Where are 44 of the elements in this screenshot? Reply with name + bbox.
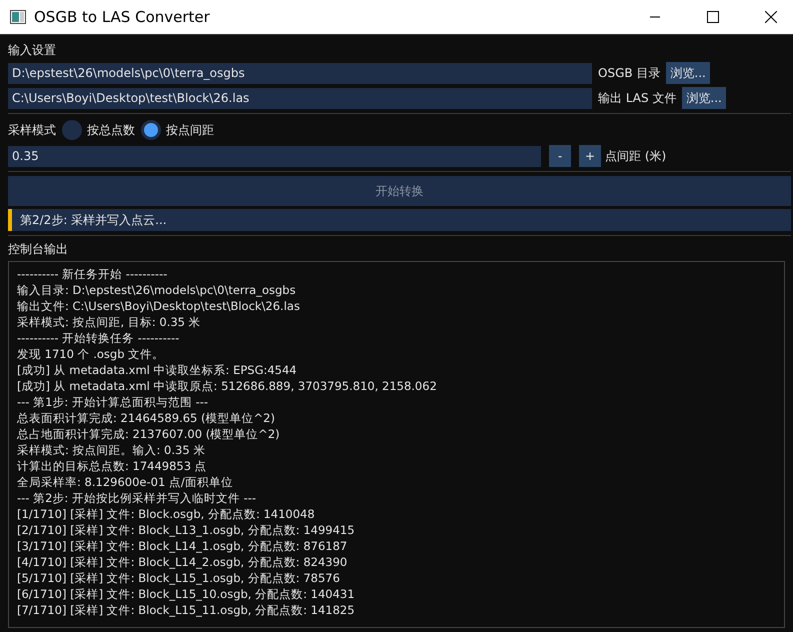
section-title: 控制台输出 xyxy=(8,241,68,258)
log-line: 计算出的目标总点数: 17449853 点 xyxy=(17,458,207,474)
log-line: [7/1710] [采样] 文件: Block_L15_11.osgb, 分配点数: 141825 xyxy=(17,602,355,618)
log-line: ---------- 新任务开始 ---------- xyxy=(17,266,168,282)
radio-button[interactable] xyxy=(62,120,82,140)
close-icon[interactable] xyxy=(765,11,777,23)
status-bar: 第2/2步: 采样并写入点云... xyxy=(8,209,791,231)
log-line: --- 第2步: 开始按比例采样并写入临时文件 --- xyxy=(17,490,256,506)
path-field[interactable]: D:\epstest\26\models\pc\0\terra_osgbs xyxy=(8,62,592,84)
browse-button[interactable]: 浏览... xyxy=(666,62,710,84)
field-label: 输出 LAS 文件 xyxy=(598,90,676,106)
log-line: [成功] 从 metadata.xml 中读取坐标系: EPSG:4544 xyxy=(17,362,297,378)
log-line: --- 第1步: 开始计算总面积与范围 --- xyxy=(17,394,208,410)
log-line: 采样模式: 按点间距, 目标: 0.35 米 xyxy=(17,314,201,330)
spacing-field[interactable]: 0.35 xyxy=(8,146,541,166)
log-line: [2/1710] [采样] 文件: Block_L13_1.osgb, 分配点数: 1499415 xyxy=(17,522,355,538)
decrement-button[interactable]: - xyxy=(549,145,571,167)
log-line: [5/1710] [采样] 文件: Block_L15_1.osgb, 分配点数: 78576 xyxy=(17,570,340,586)
log-line: 发现 1710 个 .osgb 文件。 xyxy=(17,346,164,362)
section-title: 输入设置 xyxy=(8,42,56,59)
log-line: [3/1710] [采样] 文件: Block_L14_1.osgb, 分配点数: 876187 xyxy=(17,538,348,554)
radio-label[interactable]: 按总点数 xyxy=(87,122,135,138)
field-label: OSGB 目录 xyxy=(598,64,660,82)
log-line: 输出文件: C:\Users\Boyi\Desktop\test\Block\26.las xyxy=(17,298,300,314)
increment-button[interactable]: + xyxy=(579,145,601,167)
browse-button[interactable]: 浏览... xyxy=(682,87,726,109)
app-icon xyxy=(10,10,26,24)
radio-button[interactable] xyxy=(141,120,161,140)
log-line: [成功] 从 metadata.xml 中读取原点: 512686.889, 3703795.810, 2158.062 xyxy=(17,378,437,394)
log-line: 输入目录: D:\epstest\26\models\pc\0\terra_osgbs xyxy=(17,282,296,298)
log-line: [6/1710] [采样] 文件: Block_L15_10.osgb, 分配点数: 140431 xyxy=(17,586,355,602)
field-label: 点间距 (米) xyxy=(605,148,666,164)
log-line: 总占地面积计算完成: 2137607.00 (模型单位^2) xyxy=(17,426,280,442)
window-title: OSGB to LAS Converter xyxy=(34,8,210,26)
maximize-icon[interactable] xyxy=(707,11,719,23)
log-line: ---------- 开始转换任务 ---------- xyxy=(17,330,180,346)
path-field[interactable]: C:\Users\Boyi\Desktop\test\Block\26.las xyxy=(8,88,592,108)
log-line: 采样模式: 按点间距。输入: 0.35 米 xyxy=(17,442,206,458)
log-line: [4/1710] [采样] 文件: Block_L14_2.osgb, 分配点数: 824390 xyxy=(17,554,348,570)
radio-label[interactable]: 按点间距 xyxy=(166,122,214,138)
mode-label: 采样模式 xyxy=(8,122,56,138)
log-line: 总表面积计算完成: 21464589.65 (模型单位^2) xyxy=(17,410,275,426)
log-line: 全局采样率: 8.129600e-01 点/面积单位 xyxy=(17,474,233,490)
log-line: [1/1710] [采样] 文件: Block.osgb, 分配点数: 1410048 xyxy=(17,506,315,522)
